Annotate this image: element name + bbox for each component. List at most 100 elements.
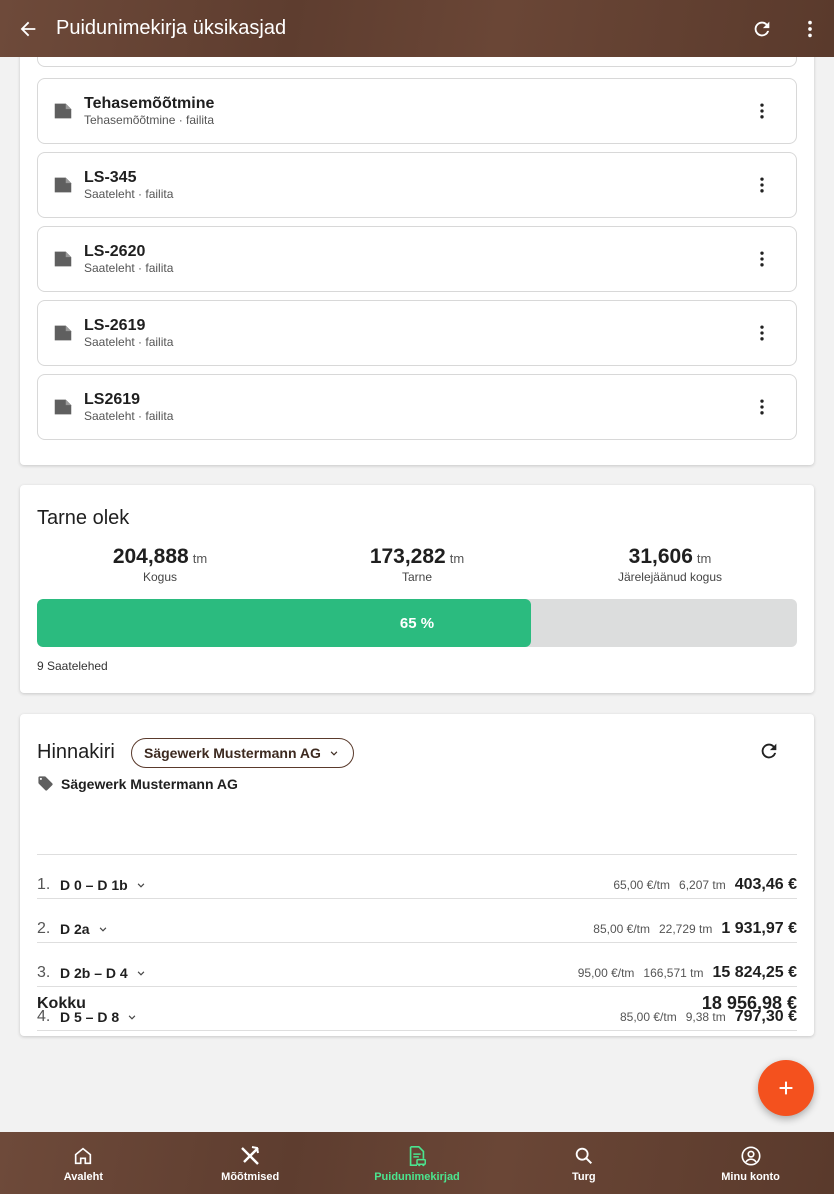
- row-class[interactable]: D 2b – D 4: [60, 965, 148, 981]
- refresh-icon: [761, 743, 777, 759]
- stat-unit: tm: [449, 551, 465, 566]
- search-icon: [575, 1147, 592, 1164]
- arrow-left-icon: [20, 21, 36, 36]
- file-icon: [54, 325, 72, 341]
- nav-item-market[interactable]: Turg: [500, 1132, 667, 1194]
- price-list-refresh-button[interactable]: [758, 740, 780, 767]
- price-row[interactable]: 3. D 2b – D 4 95,00 €/tm 166,571 tm 15 8…: [37, 951, 797, 995]
- file-subtitle: Tehasemõõtmine · failita: [84, 112, 215, 127]
- price-row[interactable]: 2. D 2a 85,00 €/tm 22,729 tm 1 931,97 €: [37, 907, 797, 951]
- file-subtitle: Saateleht · failita: [84, 334, 174, 349]
- more-vert-icon: [760, 399, 764, 415]
- more-vert-icon: [760, 177, 764, 193]
- stat-value: 173,282: [369, 545, 446, 568]
- refresh-button[interactable]: [738, 0, 786, 57]
- stat-unit: tm: [192, 551, 208, 566]
- more-vert-icon: [760, 103, 764, 119]
- file-icon: [54, 251, 72, 267]
- file-item[interactable]: LS-2619 Saateleht · failita: [37, 300, 797, 366]
- nav-item-home[interactable]: Avaleht: [0, 1132, 167, 1194]
- chevron-down-icon: [99, 927, 106, 932]
- file-item[interactable]: LS-345 Saateleht · failita: [37, 152, 797, 218]
- more-menu-button[interactable]: [786, 0, 834, 57]
- file-subtitle: Saateleht · failita: [84, 186, 174, 201]
- home-icon: [75, 1147, 92, 1164]
- price-list-title: Hinnakiri: [37, 741, 115, 763]
- more-vert-icon: [760, 251, 764, 267]
- stat-label: Järelejäänud kogus: [617, 570, 723, 584]
- nav-item-timber-lists[interactable]: Puidunimekirjad: [334, 1132, 501, 1194]
- stat-unit: tm: [696, 551, 712, 566]
- file-subtitle: Saateleht · failita: [84, 260, 174, 275]
- delivery-progress-bar: 65 %: [37, 599, 797, 647]
- row-class[interactable]: D 0 – D 1b: [60, 877, 148, 893]
- nav-label: Avaleht: [63, 1170, 104, 1183]
- stat-label: Tarne: [401, 570, 433, 584]
- stat-quantity: 204,888 tm Kogus: [80, 545, 240, 584]
- stat-label: Kogus: [142, 570, 178, 584]
- back-button[interactable]: [0, 0, 56, 57]
- nav-label: Minu konto: [721, 1170, 780, 1183]
- file-item[interactable]: Tehasemõõtmine Tehasemõõtmine · failita: [37, 78, 797, 144]
- file-item-partial[interactable]: [37, 57, 797, 67]
- more-vert-icon: [760, 325, 764, 341]
- file-item[interactable]: LS2619 Saateleht · failita: [37, 374, 797, 440]
- page-title: Puidunimekirja üksikasjad: [56, 17, 287, 39]
- row-sum: 403,46 €: [734, 876, 797, 893]
- row-class-label: D 0 – D 1b: [60, 877, 128, 893]
- price-list-card: Hinnakiri Sägewerk Mustermann AG Sägewer…: [20, 714, 814, 1036]
- file-name: LS-345: [84, 168, 137, 186]
- file-subtitle: Saateleht · failita: [84, 408, 174, 423]
- row-index: 2.: [37, 920, 51, 937]
- divider: [37, 854, 797, 855]
- chevron-down-icon: [137, 971, 145, 976]
- file-menu-button[interactable]: [728, 323, 796, 343]
- row-class[interactable]: D 2a: [60, 921, 110, 937]
- nav-item-measurements[interactable]: Mõõtmised: [167, 1132, 334, 1194]
- progress-label: 65 %: [399, 614, 435, 632]
- tag-icon: [38, 776, 53, 791]
- file-menu-button[interactable]: [728, 101, 796, 121]
- total-label: Kokku: [37, 994, 86, 1012]
- price-row[interactable]: 1. D 0 – D 1b 65,00 €/tm 6,207 tm 403,46…: [37, 863, 797, 907]
- bottom-navigation: Avaleht Mõõtmised Puidunimekirjad Turg M…: [0, 1132, 834, 1194]
- file-menu-button[interactable]: [728, 249, 796, 269]
- stat-value: 31,606: [628, 545, 693, 568]
- file-icon: [54, 399, 72, 415]
- row-index: 3.: [37, 964, 51, 981]
- buyer-label: Sägewerk Mustermann AG: [37, 775, 238, 792]
- account-circle-icon: [741, 1145, 761, 1166]
- row-price: 95,00 €/tm: [577, 966, 635, 980]
- nav-label: Turg: [571, 1170, 596, 1183]
- buyer-select-value: Sägewerk Mustermann AG: [144, 745, 321, 761]
- buyer-name: Sägewerk Mustermann AG: [61, 775, 238, 792]
- row-class-label: D 2a: [60, 921, 90, 937]
- nav-item-account[interactable]: Minu konto: [667, 1132, 834, 1194]
- chevron-down-icon: [330, 751, 338, 756]
- hammer-pick-icon: [241, 1145, 260, 1165]
- price-list-total: Kokku 18 956,98 €: [37, 993, 797, 1014]
- plus-icon: [779, 1081, 793, 1095]
- file-menu-button[interactable]: [728, 175, 796, 195]
- nav-label: Puidunimekirjad: [374, 1170, 460, 1183]
- refresh-icon: [754, 21, 770, 36]
- stat-value: 204,888: [112, 545, 189, 568]
- file-icon: [54, 177, 72, 193]
- waybill-count: 9 Saatelehed: [37, 659, 108, 673]
- file-item[interactable]: LS-2620 Saateleht · failita: [37, 226, 797, 292]
- file-icon: [54, 103, 72, 119]
- more-vert-icon: [808, 20, 812, 37]
- buyer-select[interactable]: Sägewerk Mustermann AG: [131, 738, 354, 768]
- chevron-down-icon: [137, 883, 145, 888]
- row-price: 85,00 €/tm: [593, 922, 650, 936]
- add-fab-button[interactable]: [758, 1060, 814, 1116]
- top-app-bar: Puidunimekirja üksikasjad: [0, 0, 834, 57]
- file-menu-button[interactable]: [728, 397, 796, 417]
- file-name: Tehasemõõtmine: [84, 94, 215, 112]
- delivery-status-title: Tarne olek: [37, 507, 130, 529]
- file-name: LS2619: [84, 390, 141, 408]
- stat-remaining: 31,606 tm Järelejäänud kogus: [580, 545, 760, 584]
- scroll-content[interactable]: Tehasemõõtmine Tehasemõõtmine · failita …: [0, 57, 834, 1132]
- row-index: 1.: [37, 876, 51, 893]
- nav-label: Mõõtmised: [221, 1170, 280, 1183]
